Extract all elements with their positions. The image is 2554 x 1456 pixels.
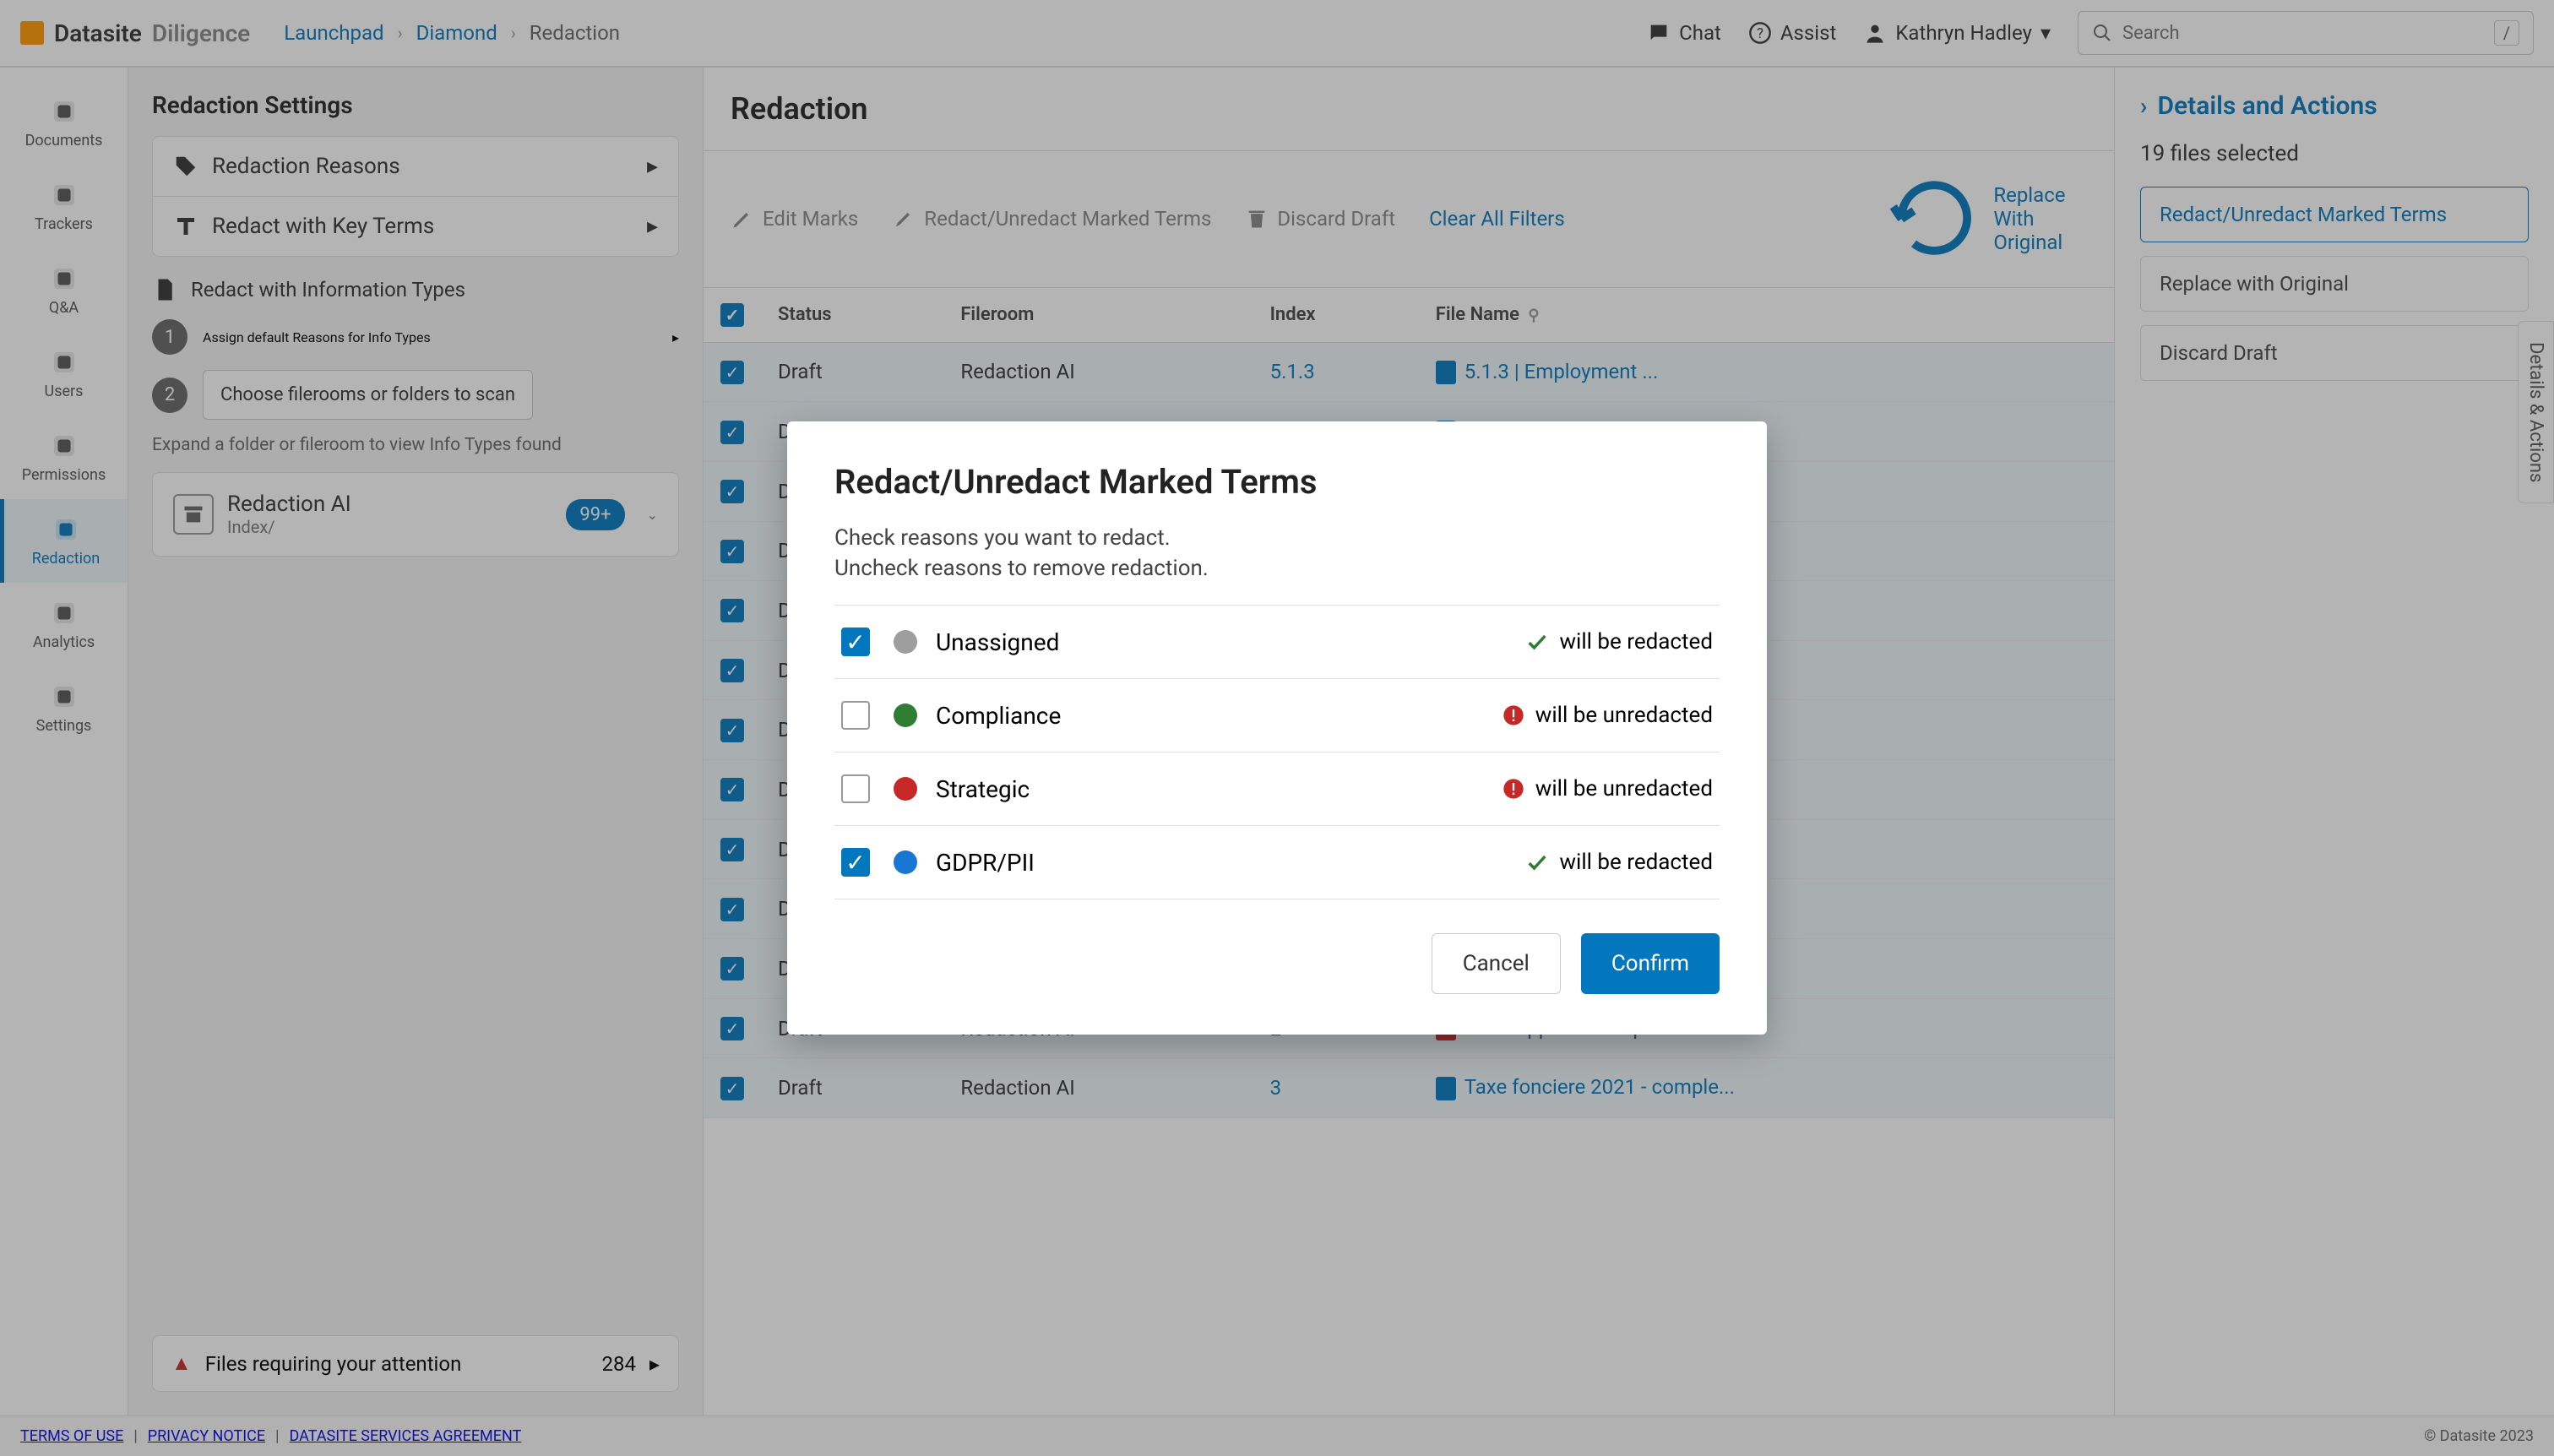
reason-status: will be redacted xyxy=(1525,629,1713,655)
reason-checkbox[interactable] xyxy=(841,774,870,803)
check-icon xyxy=(1525,630,1549,654)
reason-label: Compliance xyxy=(936,702,1061,730)
reason-checkbox[interactable]: ✓ xyxy=(841,848,870,877)
reason-color-dot xyxy=(894,704,917,727)
reason-row: ✓ GDPR/PII will be redacted xyxy=(834,825,1720,899)
modal-line-2: Uncheck reasons to remove redaction. xyxy=(834,556,1720,581)
reason-status: will be unredacted xyxy=(1502,703,1713,728)
reason-color-dot xyxy=(894,850,917,874)
reason-checkbox[interactable] xyxy=(841,701,870,730)
reason-label: Strategic xyxy=(936,775,1030,803)
modal-overlay[interactable]: Redact/Unredact Marked Terms Check reaso… xyxy=(0,0,2554,1456)
reason-list: ✓ Unassigned will be redacted Compliance wil… xyxy=(834,605,1720,899)
reason-status: will be unredacted xyxy=(1502,776,1713,801)
reason-color-dot xyxy=(894,630,917,654)
reason-color-dot xyxy=(894,777,917,801)
reason-status: will be redacted xyxy=(1525,850,1713,875)
confirm-button[interactable]: Confirm xyxy=(1581,933,1720,994)
reason-label: Unassigned xyxy=(936,628,1059,656)
modal-line-1: Check reasons you want to redact. xyxy=(834,525,1720,551)
cancel-button[interactable]: Cancel xyxy=(1432,933,1561,994)
alert-icon xyxy=(1502,704,1525,727)
reason-label: GDPR/PII xyxy=(936,849,1035,877)
redact-unredact-modal: Redact/Unredact Marked Terms Check reaso… xyxy=(787,421,1767,1035)
modal-actions: Cancel Confirm xyxy=(834,933,1720,994)
reason-row: Compliance will be unredacted xyxy=(834,678,1720,752)
alert-icon xyxy=(1502,777,1525,801)
check-icon xyxy=(1525,850,1549,874)
reason-checkbox[interactable]: ✓ xyxy=(841,627,870,656)
reason-row: Strategic will be unredacted xyxy=(834,752,1720,825)
reason-row: ✓ Unassigned will be redacted xyxy=(834,605,1720,678)
modal-title: Redact/Unredact Marked Terms xyxy=(834,462,1720,502)
